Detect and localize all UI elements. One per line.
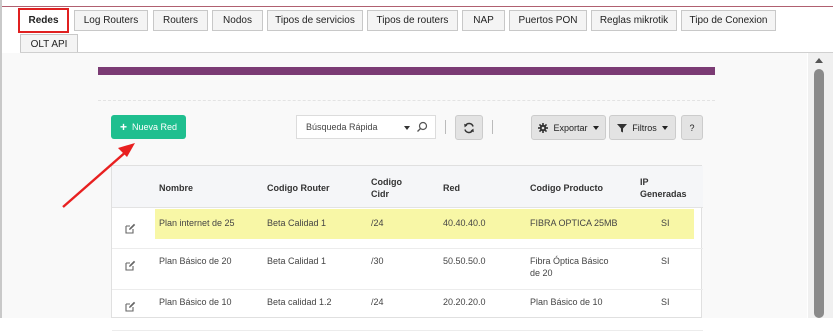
- cell-codigo-producto-line-1: Fibra Óptica Básico: [530, 256, 609, 266]
- column-header-codigo-cidr-line-2: Cidr: [371, 189, 389, 199]
- tab-tipos-de-servicios[interactable]: Tipos de servicios: [267, 10, 363, 31]
- edit-icon[interactable]: [125, 223, 136, 234]
- cell-codigo-cidr: /24: [371, 218, 384, 228]
- cell-codigo-router: Beta Calidad 1: [267, 218, 327, 228]
- cell-nombre: Plan Básico de 10: [159, 297, 232, 307]
- tab-tipos-de-routers[interactable]: Tipos de routers: [367, 10, 458, 31]
- cell-red: 50.50.50.0: [443, 256, 486, 266]
- refresh-button[interactable]: [455, 115, 483, 140]
- window-top-border: [0, 0, 833, 7]
- tab-nap[interactable]: NAP: [462, 10, 505, 31]
- scroll-up-icon[interactable]: [815, 58, 823, 63]
- chevron-down-icon: [661, 125, 668, 130]
- cell-ip-generadas: SI: [661, 256, 670, 266]
- column-header-ip-generadas-line-1: IP: [640, 177, 649, 187]
- scrollbar-thumb[interactable]: [814, 69, 824, 318]
- cell-codigo-router: Beta calidad 1.2: [267, 297, 332, 307]
- table-header: Nombre Codigo Router Codigo Cidr Red Cod…: [112, 166, 703, 208]
- edit-icon[interactable]: [125, 301, 136, 312]
- tab-routers[interactable]: Routers: [153, 10, 208, 31]
- edit-icon[interactable]: [125, 260, 136, 271]
- plus-icon: +: [119, 120, 127, 134]
- tab-redes[interactable]: Redes: [18, 8, 69, 33]
- networks-table: Nombre Codigo Router Codigo Cidr Red Cod…: [111, 165, 703, 331]
- cell-ip-generadas: SI: [661, 297, 670, 307]
- toolbar-separator: [492, 120, 493, 134]
- column-header-ip-generadas-line-2: Generadas: [640, 189, 687, 199]
- column-header-codigo-cidr[interactable]: Codigo Cidr: [371, 176, 402, 200]
- toolbar-separator: [445, 120, 446, 134]
- scrollbar[interactable]: [808, 53, 833, 318]
- column-header-ip-generadas[interactable]: IP Generadas: [640, 176, 687, 200]
- cell-nombre: Plan Básico de 20: [159, 256, 232, 266]
- cell-red: 20.20.20.0: [443, 297, 486, 307]
- cell-codigo-router: Beta Calidad 1: [267, 256, 327, 266]
- export-button[interactable]: Exportar: [531, 115, 606, 140]
- filters-label: Filtros: [632, 122, 657, 133]
- tab-puertos-pon[interactable]: Puertos PON: [509, 10, 587, 31]
- column-header-nombre[interactable]: Nombre: [159, 182, 193, 194]
- column-header-codigo-producto[interactable]: Codigo Producto: [530, 182, 603, 194]
- tab-reglas-mikrotik[interactable]: Reglas mikrotik: [591, 10, 677, 31]
- filter-icon: [617, 123, 628, 132]
- column-header-red[interactable]: Red: [443, 182, 460, 194]
- cell-codigo-producto-line-2: de 20: [530, 268, 553, 278]
- refresh-icon: [464, 122, 474, 133]
- cell-codigo-producto: Plan Básico de 10: [530, 297, 603, 307]
- cell-ip-generadas: SI: [661, 218, 670, 228]
- quick-search-value: Búsqueda Rápida: [306, 122, 378, 132]
- quick-search-field[interactable]: Búsqueda Rápida: [296, 115, 436, 139]
- cell-red: 40.40.40.0: [443, 218, 486, 228]
- cell-codigo-producto: Fibra Óptica Básico de 20: [530, 255, 609, 279]
- chevron-down-icon: [404, 126, 410, 130]
- help-button[interactable]: ?: [681, 115, 703, 140]
- column-header-codigo-router[interactable]: Codigo Router: [267, 182, 330, 194]
- help-label: ?: [689, 122, 695, 133]
- chevron-down-icon: [592, 125, 599, 130]
- search-icon[interactable]: [416, 121, 428, 133]
- cell-nombre: Plan internet de 25: [159, 218, 235, 228]
- export-label: Exportar: [553, 122, 588, 133]
- cell-codigo-cidr: /24: [371, 297, 384, 307]
- cell-codigo-cidr: /30: [371, 256, 384, 266]
- table-row[interactable]: Plan Básico de 10 Beta calidad 1.2 /24 2…: [112, 291, 703, 331]
- new-network-button[interactable]: + Nueva Red: [111, 115, 186, 139]
- header-accent-bar: [98, 67, 715, 75]
- filters-button[interactable]: Filtros: [609, 115, 676, 140]
- gear-icon: [538, 122, 549, 133]
- table-row[interactable]: Plan internet de 25 Beta Calidad 1 /24 4…: [112, 209, 703, 249]
- new-network-label: Nueva Red: [131, 122, 178, 132]
- tab-log-routers[interactable]: Log Routers: [74, 10, 148, 31]
- tab-tipo-de-conexion[interactable]: Tipo de Conexion: [681, 10, 776, 31]
- column-header-codigo-cidr-line-1: Codigo: [371, 177, 402, 187]
- tab-nodos[interactable]: Nodos: [212, 10, 263, 31]
- cell-codigo-producto: FIBRA OPTICA 25MB: [530, 218, 618, 228]
- table-row[interactable]: Plan Básico de 20 Beta Calidad 1 /30 50.…: [112, 250, 703, 290]
